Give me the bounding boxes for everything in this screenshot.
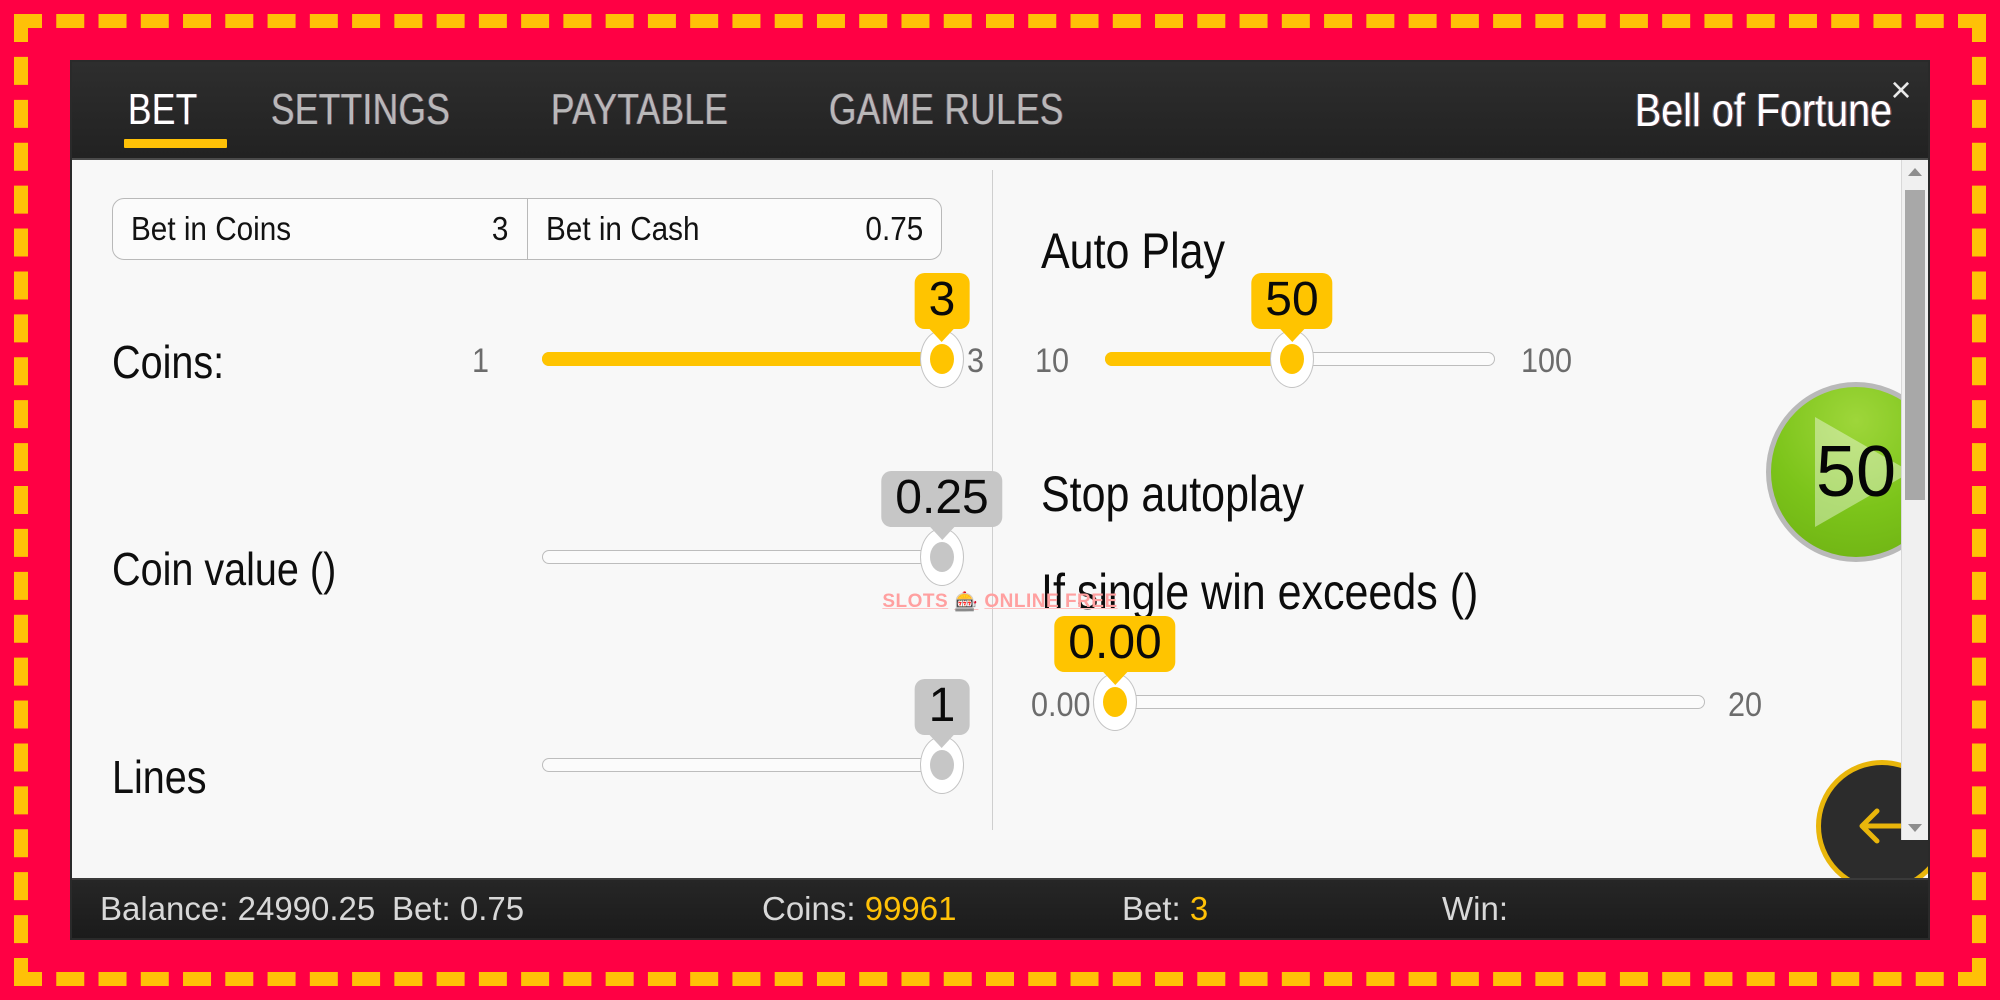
window-title-text: Bell of Fortune [1634, 84, 1892, 136]
coins-slider[interactable] [542, 330, 964, 388]
single-win-min-label: 0.00 [1031, 686, 1091, 724]
coin-value-slider-bubble: 0.25 [881, 471, 1003, 541]
auto-play-max-label: 100 [1521, 342, 1573, 380]
game-settings-window: BET SETTINGS PAYTABLE GAME RULES Bell of… [72, 62, 1928, 938]
stop-autoplay-heading: Stop autoplay [1041, 466, 1304, 522]
close-icon[interactable]: × [1884, 72, 1918, 108]
tab-settings-label: SETTINGS [271, 85, 451, 134]
status-balance: Balance: 24990.25 [100, 890, 375, 928]
coins-slider-bubble: 3 [914, 273, 970, 343]
status-bet-coins-value: 3 [1189, 890, 1209, 927]
coins-min-label: 1 [472, 342, 490, 380]
auto-play-slider[interactable] [1105, 330, 1495, 388]
bet-in-cash-value: 0.75 [865, 210, 923, 247]
auto-play-heading: Auto Play [1041, 223, 1226, 279]
single-win-heading: If single win exceeds () [1041, 564, 1479, 620]
single-win-slider[interactable] [1093, 673, 1705, 731]
lines-slider-track[interactable] [542, 758, 942, 772]
bet-in-cash-field[interactable]: Bet in Cash 0.75 [526, 199, 942, 259]
tab-game-rules-label: GAME RULES [828, 85, 1064, 134]
lines-slider-bubble: 1 [914, 679, 970, 749]
tab-bet-label: BET [128, 85, 198, 134]
lines-slider[interactable] [542, 736, 964, 794]
tab-bet[interactable]: BET [100, 62, 243, 158]
bet-in-coins-field[interactable]: Bet in Coins 3 [113, 199, 527, 259]
single-win-max-label: 20 [1728, 686, 1763, 724]
coins-slider-fill [542, 352, 942, 366]
auto-play-slider-fill [1105, 352, 1293, 366]
tab-paytable-label: PAYTABLE [551, 85, 729, 134]
bet-column: Bet in Coins 3 Bet in Cash 0.75 Coins: 1 [72, 160, 1003, 840]
coins-label: Coins: [112, 336, 225, 388]
status-win: Win: [1442, 890, 1508, 928]
status-bet-cash-label: Bet: [392, 890, 451, 927]
auto-play-slider-bubble: 50 [1251, 273, 1333, 343]
bet-in-coins-label: Bet in Coins [131, 210, 292, 247]
status-balance-value: 24990.25 [237, 890, 376, 927]
autoplay-column: Auto Play 10 50 100 Stop autoplay If sin… [993, 160, 1903, 840]
coin-value-slider-track[interactable] [542, 550, 942, 564]
single-win-slider-track[interactable] [1115, 695, 1705, 709]
status-bet-coins: Bet: 3 [1122, 890, 1208, 928]
scroll-up-icon[interactable] [1902, 160, 1928, 184]
status-bet-cash-value: 0.75 [459, 890, 525, 927]
bet-in-cash-label: Bet in Cash [545, 210, 700, 247]
status-coins-value: 99961 [864, 890, 957, 927]
tab-settings[interactable]: SETTINGS [243, 62, 523, 158]
window-top-bar: BET SETTINGS PAYTABLE GAME RULES Bell of… [72, 62, 1928, 160]
auto-play-min-label: 10 [1035, 342, 1070, 380]
bet-summary-fields: Bet in Coins 3 Bet in Cash 0.75 [112, 198, 942, 260]
bet-in-coins-value: 3 [491, 210, 509, 247]
single-win-slider-bubble: 0.00 [1054, 616, 1176, 686]
tab-game-rules[interactable]: GAME RULES [801, 62, 1151, 158]
status-bar: Balance: 24990.25 Bet: 0.75 Coins: 99961… [72, 878, 1928, 938]
status-balance-label: Balance: [100, 890, 229, 927]
status-coins-label: Coins: [762, 890, 856, 927]
status-bet-coins-label: Bet: [1122, 890, 1181, 927]
tab-paytable[interactable]: PAYTABLE [523, 62, 801, 158]
decorative-frame: BET SETTINGS PAYTABLE GAME RULES Bell of… [0, 0, 2000, 1000]
status-win-label: Win: [1442, 890, 1508, 927]
coin-value-label: Coin value () [112, 543, 337, 595]
status-bet-cash: Bet: 0.75 [392, 890, 524, 928]
settings-panel: Bet in Coins 3 Bet in Cash 0.75 Coins: 1 [72, 160, 1928, 892]
tab-bar: BET SETTINGS PAYTABLE GAME RULES [100, 62, 1150, 158]
panel-scrollbar[interactable] [1901, 160, 1928, 840]
scroll-down-icon[interactable] [1902, 816, 1928, 840]
scrollbar-thumb[interactable] [1905, 190, 1925, 500]
coin-value-slider[interactable] [542, 528, 964, 586]
status-coins: Coins: 99961 [762, 890, 956, 928]
coins-max-label: 3 [967, 342, 985, 380]
window-title: Bell of Fortune [1593, 62, 1892, 158]
lines-label: Lines [112, 751, 207, 803]
